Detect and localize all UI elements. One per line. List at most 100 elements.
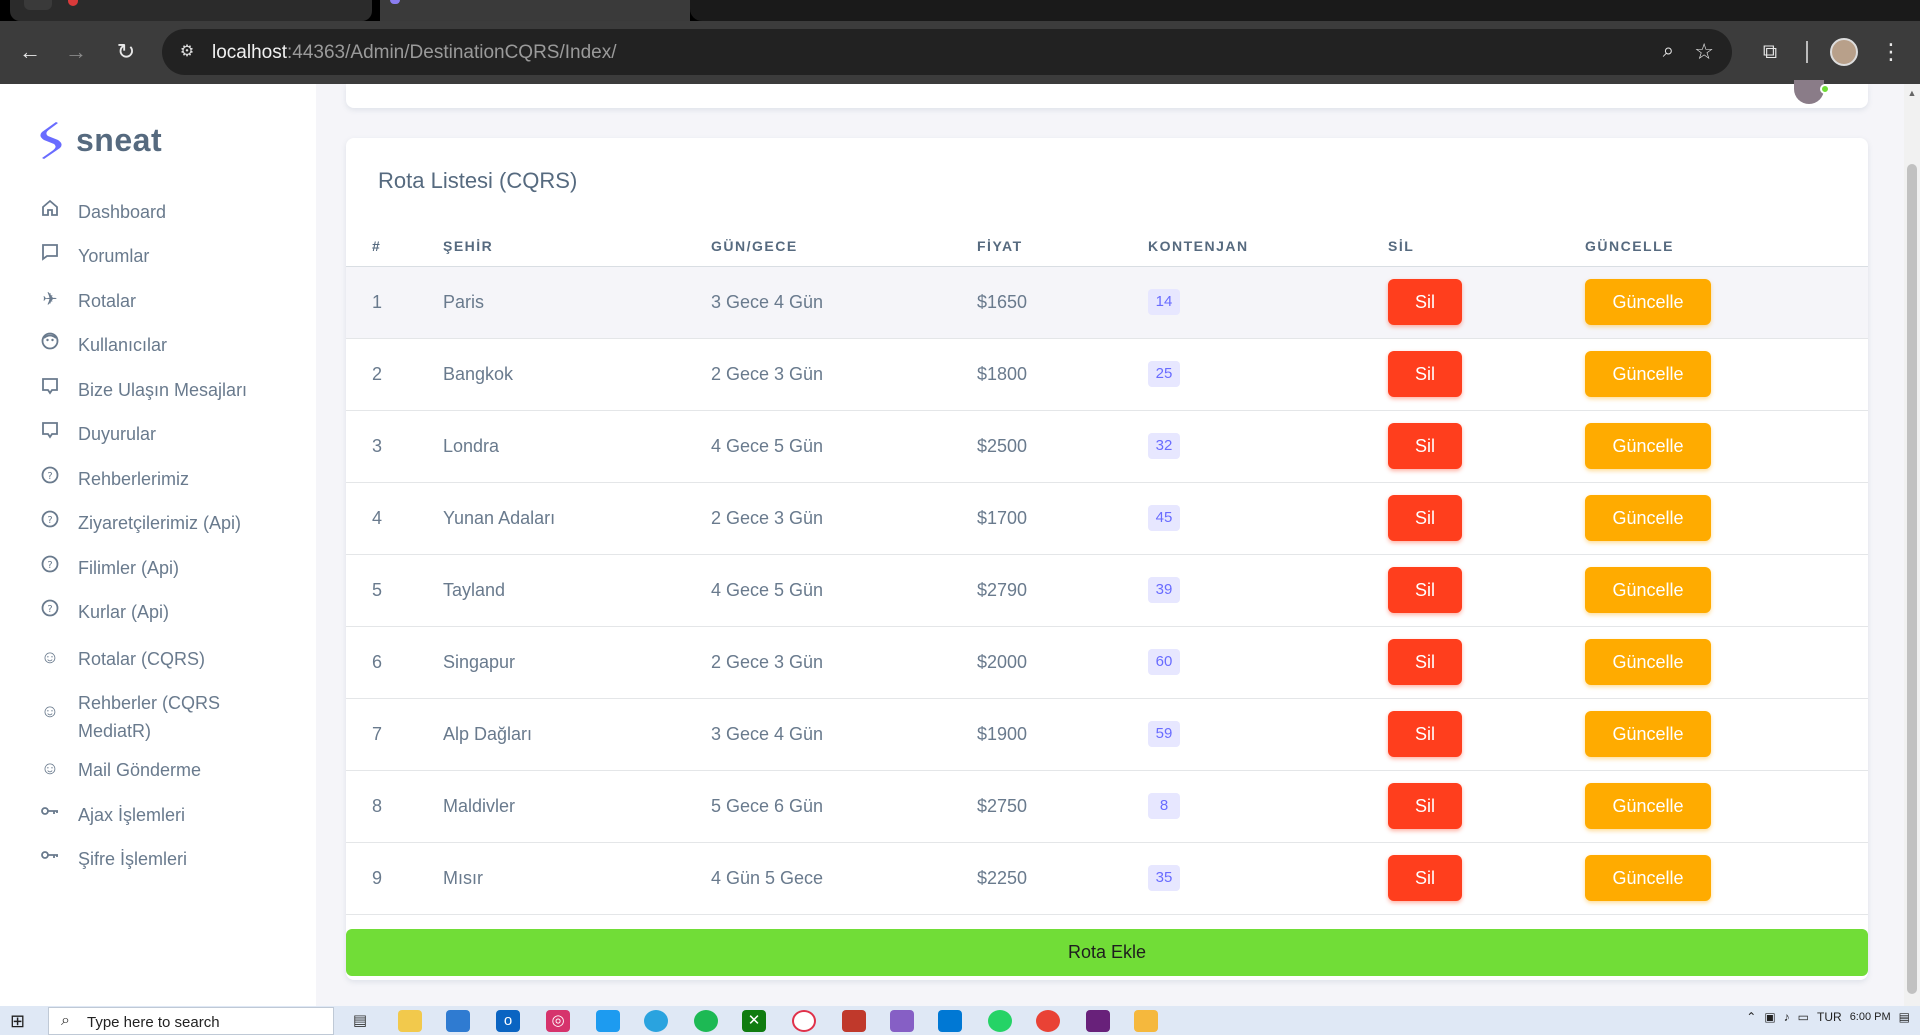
twitter-icon[interactable] [596,1010,620,1032]
brand[interactable]: sneat [36,120,162,160]
zoom-icon[interactable]: ⌕ [1663,40,1674,63]
row-id: 5 [346,554,443,627]
update-button[interactable]: Güncelle [1585,711,1711,757]
reload-icon[interactable]: ↻ [112,38,140,66]
row-delete-cell: Sil [1388,770,1585,843]
tray-chevron-icon[interactable]: ⌃ [1746,1010,1756,1024]
update-button[interactable]: Güncelle [1585,639,1711,685]
spotify-icon[interactable] [694,1010,718,1032]
sidebar-item-dashboard[interactable]: Dashboard [38,198,308,226]
windows-start-icon[interactable]: ⊞ [10,1011,30,1031]
outlook-icon[interactable]: o [496,1010,520,1032]
sidebar-item-yorumlar[interactable]: Yorumlar [38,242,308,270]
delete-button[interactable]: Sil [1388,783,1462,829]
network-icon[interactable]: ▣ [1764,1010,1775,1024]
clock[interactable]: 6:00 PM [1850,1011,1891,1024]
sidebar-item-kurlar[interactable]: ? Kurlar (Api) [38,598,308,626]
sidebar-item-label: Kurlar (Api) [78,602,170,622]
delete-button[interactable]: Sil [1388,351,1462,397]
svg-text:?: ? [47,515,52,526]
browser-tab[interactable] [10,0,372,21]
row-update-cell: Güncelle [1585,626,1868,699]
update-button[interactable]: Güncelle [1585,279,1711,325]
telegram-icon[interactable] [644,1010,668,1032]
file-explorer-icon[interactable] [398,1010,422,1032]
sidebar-item-label: Şifre İşlemleri [78,849,188,869]
svg-text:?: ? [47,471,52,482]
sidebar-item-duyurular[interactable]: Duyurular [38,420,308,448]
home-icon [38,198,62,222]
user-avatar[interactable] [1794,80,1824,104]
top-navbar [346,80,1868,108]
sidebar-item-sifre[interactable]: Şifre İşlemleri [38,845,308,873]
vscode-icon[interactable] [938,1010,962,1032]
visual-studio-icon[interactable] [890,1010,914,1032]
site-settings-icon[interactable]: ⚙ [176,41,198,63]
browser-tab-active[interactable] [380,0,690,21]
delete-button[interactable]: Sil [1388,639,1462,685]
sidebar-item-rehberlerimiz[interactable]: ? Rehberlerimiz [38,465,308,493]
instagram-icon[interactable]: ◎ [546,1010,570,1032]
sidebar-item-rehberler-cqrs[interactable]: ☺ Rehberler (CQRS MediatR) [38,689,238,745]
browser-menu-icon[interactable]: ⋮ [1880,38,1902,66]
page-scrollbar[interactable]: ▲ [1904,84,1920,1006]
notification-icon[interactable]: ▤ [1899,1010,1910,1024]
address-bar[interactable]: ⚙ localhost:44363/Admin/DestinationCQRS/… [162,29,1732,75]
update-button[interactable]: Güncelle [1585,567,1711,613]
language-indicator[interactable]: TUR [1817,1010,1842,1024]
url-text[interactable]: localhost:44363/Admin/DestinationCQRS/In… [212,42,617,64]
app-icon[interactable] [1134,1010,1158,1032]
update-button[interactable]: Güncelle [1585,495,1711,541]
user-face-icon [38,331,62,355]
back-icon[interactable]: ← [16,38,44,66]
update-button[interactable]: Güncelle [1585,783,1711,829]
delete-button[interactable]: Sil [1388,855,1462,901]
xbox-icon[interactable]: ✕ [742,1010,766,1032]
task-view-icon[interactable]: ▤ [348,1010,372,1032]
help-circle-icon: ? [38,465,62,489]
sidebar-item-rotalar[interactable]: ✈ Rotalar [38,287,308,315]
row-city: Yunan Adaları [443,482,711,555]
browser-tabstrip [0,0,1920,21]
sidebar-item-mail-gonderme[interactable]: ☺ Mail Gönderme [38,756,308,784]
row-update-cell: Güncelle [1585,266,1868,339]
add-route-button[interactable]: Rota Ekle [346,929,1868,976]
bookmark-star-icon[interactable]: ☆ [1694,39,1714,65]
app-icon[interactable] [842,1010,866,1032]
taskbar-search[interactable]: ⌕ Type here to search [48,1007,334,1035]
delete-button[interactable]: Sil [1388,711,1462,757]
profile-avatar[interactable] [1830,38,1858,66]
forward-icon[interactable]: → [62,38,90,66]
svg-text:?: ? [47,604,52,615]
update-button[interactable]: Güncelle [1585,351,1711,397]
browser-toolbar: ← → ↻ ⚙ localhost:44363/Admin/Destinatio… [0,21,1920,84]
opera-icon[interactable] [792,1010,816,1032]
svg-text:?: ? [47,560,52,571]
sidebar-item-filimler[interactable]: ? Filimler (Api) [38,554,308,582]
delete-button[interactable]: Sil [1388,495,1462,541]
sidebar-item-ziyaretcilerimiz[interactable]: ? Ziyaretçilerimiz (Api) [38,509,308,537]
table-row: 9 Mısır 4 Gün 5 Gece $2250 35 Sil Güncelle [346,842,1868,915]
whatsapp-icon[interactable] [988,1010,1012,1032]
volume-icon[interactable]: ♪ [1784,1010,1790,1024]
sidebar-item-bize-ulasin[interactable]: Bize Ulaşın Mesajları [38,376,308,404]
delete-button[interactable]: Sil [1388,279,1462,325]
sidebar-item-ajax[interactable]: Ajax İşlemleri [38,801,308,829]
table-row: 4 Yunan Adaları 2 Gece 3 Gün $1700 45 Sil Günc… [346,482,1868,555]
battery-icon[interactable]: ▭ [1798,1010,1809,1024]
update-button[interactable]: Güncelle [1585,423,1711,469]
visual-studio-icon[interactable] [1086,1010,1110,1032]
delete-button[interactable]: Sil [1388,423,1462,469]
browser-tab[interactable] [690,0,1920,21]
sidebar-item-kullanicilar[interactable]: Kullanıcılar [38,331,308,359]
delete-button[interactable]: Sil [1388,567,1462,613]
scroll-up-icon[interactable]: ▲ [1907,88,1917,98]
update-button[interactable]: Güncelle [1585,855,1711,901]
store-icon[interactable] [446,1010,470,1032]
scrollbar-thumb[interactable] [1907,164,1917,994]
extensions-icon[interactable]: ⧉ [1756,38,1784,66]
chrome-icon[interactable] [1036,1010,1060,1032]
help-circle-icon: ? [38,598,62,622]
plane-icon: ✈ [42,289,58,309]
sidebar-item-rotalar-cqrs[interactable]: ☺ Rotalar (CQRS) [38,645,308,673]
